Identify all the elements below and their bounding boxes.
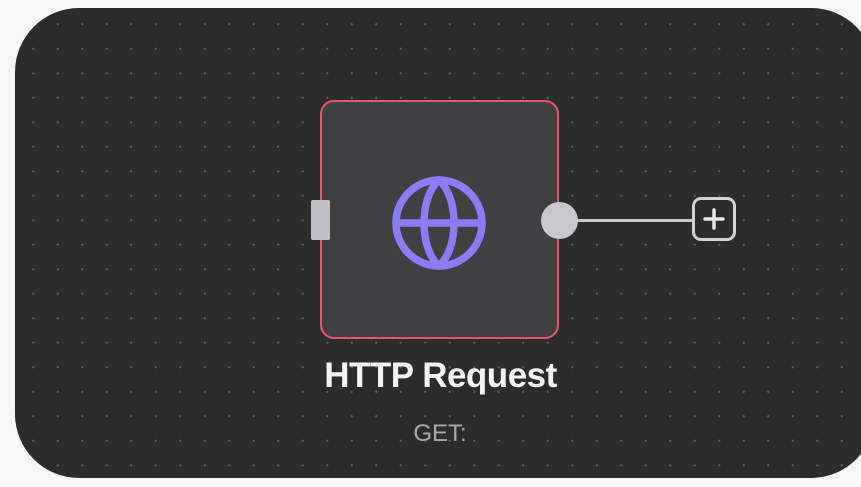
globe-icon <box>389 173 489 273</box>
node-subtitle: GET: <box>413 420 467 447</box>
connection-line <box>576 219 694 222</box>
node-title: HTTP Request <box>324 356 557 395</box>
output-handle[interactable] <box>541 202 578 239</box>
plus-icon <box>703 208 725 230</box>
input-handle[interactable] <box>311 200 330 240</box>
add-node-button[interactable] <box>692 197 736 241</box>
